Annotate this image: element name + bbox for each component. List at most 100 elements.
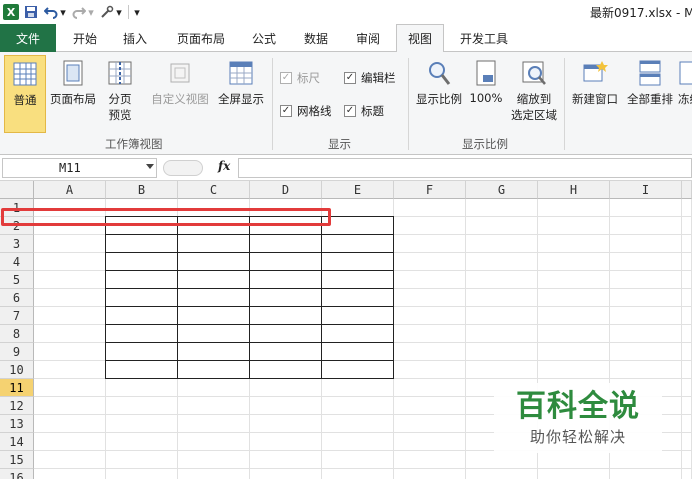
row-header-7[interactable]: 7 (0, 307, 34, 325)
cell[interactable] (466, 289, 538, 307)
arrange-all-button[interactable]: 全部重排 (624, 55, 676, 133)
zoom-100-button[interactable]: 100% (468, 55, 504, 133)
cell[interactable] (610, 217, 682, 235)
custom-views-button[interactable]: 自定义视图 (148, 55, 212, 133)
cell[interactable] (394, 325, 466, 343)
row-header-16[interactable]: 16 (0, 469, 34, 479)
cell[interactable] (394, 235, 466, 253)
cell[interactable] (250, 271, 322, 289)
cell[interactable] (466, 343, 538, 361)
cell[interactable] (34, 325, 106, 343)
cell[interactable] (538, 217, 610, 235)
cell[interactable] (34, 397, 106, 415)
cell[interactable] (466, 235, 538, 253)
cell[interactable] (682, 451, 692, 469)
cell[interactable] (538, 451, 610, 469)
cell[interactable] (610, 289, 682, 307)
cell[interactable] (610, 361, 682, 379)
row-header-11[interactable]: 11 (0, 379, 34, 397)
cell[interactable] (682, 217, 692, 235)
cell[interactable] (250, 325, 322, 343)
cell[interactable] (322, 199, 394, 217)
cell[interactable] (682, 433, 692, 451)
cell[interactable] (322, 253, 394, 271)
cell[interactable] (34, 361, 106, 379)
cell[interactable] (34, 289, 106, 307)
cell[interactable] (106, 451, 178, 469)
cell[interactable] (538, 343, 610, 361)
column-header-b[interactable]: B (106, 181, 178, 199)
cell[interactable] (322, 307, 394, 325)
cell[interactable] (34, 271, 106, 289)
cell[interactable] (322, 415, 394, 433)
cell[interactable] (178, 451, 250, 469)
column-header-a[interactable]: A (34, 181, 106, 199)
page-layout-view-button[interactable]: 页面布局 (48, 55, 98, 133)
cell[interactable] (394, 433, 466, 451)
cell[interactable] (682, 307, 692, 325)
cell[interactable] (178, 397, 250, 415)
cell[interactable] (250, 253, 322, 271)
cell[interactable] (106, 307, 178, 325)
cell[interactable] (106, 469, 178, 479)
column-header-g[interactable]: G (466, 181, 538, 199)
column-header-h[interactable]: H (538, 181, 610, 199)
cell[interactable] (394, 343, 466, 361)
cell[interactable] (106, 361, 178, 379)
cell[interactable] (394, 379, 466, 397)
tab-insert[interactable]: 插入 (112, 24, 158, 52)
cell[interactable] (466, 325, 538, 343)
cell[interactable] (466, 217, 538, 235)
cell[interactable] (34, 379, 106, 397)
normal-view-button[interactable]: 普通 (4, 55, 46, 133)
cell[interactable] (394, 253, 466, 271)
freeze-panes-button[interactable]: 冻结 (678, 55, 692, 133)
ruler-checkbox[interactable]: ✓ 标尺 (280, 70, 320, 86)
cell[interactable] (538, 361, 610, 379)
cell[interactable] (106, 415, 178, 433)
cell[interactable] (106, 325, 178, 343)
cell[interactable] (394, 397, 466, 415)
row-header-4[interactable]: 4 (0, 253, 34, 271)
cell[interactable] (466, 451, 538, 469)
tab-formulas[interactable]: 公式 (242, 24, 286, 52)
cell[interactable] (682, 379, 692, 397)
cell[interactable] (610, 451, 682, 469)
cell[interactable] (250, 343, 322, 361)
redo-icon[interactable] (71, 4, 87, 20)
tab-data[interactable]: 数据 (294, 24, 338, 52)
new-window-button[interactable]: 新建窗口 (568, 55, 622, 133)
redo-dropdown-icon[interactable]: ▾ (87, 4, 95, 20)
cell[interactable] (322, 217, 394, 235)
cell[interactable] (250, 379, 322, 397)
cell[interactable] (322, 469, 394, 479)
cell[interactable] (178, 361, 250, 379)
cell[interactable] (682, 253, 692, 271)
cell[interactable] (466, 469, 538, 479)
cell[interactable] (250, 469, 322, 479)
row-header-8[interactable]: 8 (0, 325, 34, 343)
cell[interactable] (610, 343, 682, 361)
cell[interactable] (610, 199, 682, 217)
cell[interactable] (682, 235, 692, 253)
name-box[interactable]: M11 (2, 158, 157, 178)
cell[interactable] (322, 271, 394, 289)
cell[interactable] (682, 271, 692, 289)
cell[interactable] (322, 397, 394, 415)
row-header-10[interactable]: 10 (0, 361, 34, 379)
cell[interactable] (538, 253, 610, 271)
cell[interactable] (178, 325, 250, 343)
row-header-3[interactable]: 3 (0, 235, 34, 253)
cell[interactable] (394, 451, 466, 469)
tab-view[interactable]: 视图 (396, 24, 444, 53)
select-all-corner[interactable] (0, 181, 34, 199)
column-header-i[interactable]: I (610, 181, 682, 199)
row-header-14[interactable]: 14 (0, 433, 34, 451)
tab-home[interactable]: 开始 (62, 24, 108, 52)
cell[interactable] (682, 415, 692, 433)
cell[interactable] (178, 433, 250, 451)
cell[interactable] (610, 307, 682, 325)
cell[interactable] (250, 451, 322, 469)
row-header-5[interactable]: 5 (0, 271, 34, 289)
cell[interactable] (106, 235, 178, 253)
